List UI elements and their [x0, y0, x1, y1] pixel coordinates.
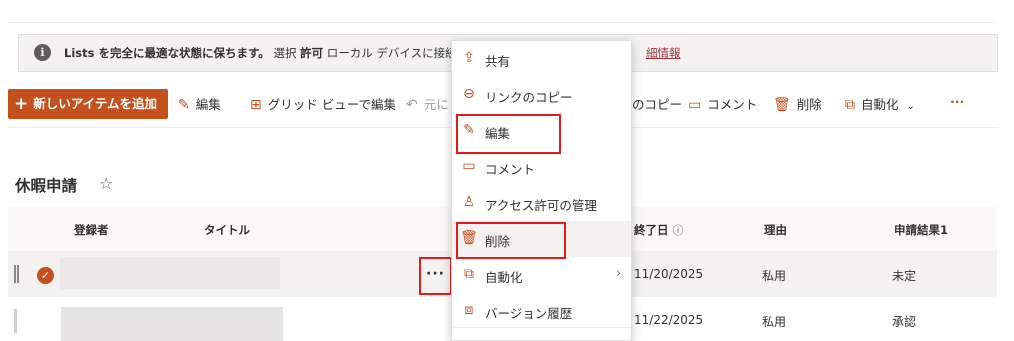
redacted-cell — [60, 257, 280, 289]
column-header-result[interactable]: 申請結果1 — [894, 222, 948, 238]
link-icon: ⊖ — [463, 86, 475, 102]
grid-edit-button[interactable]: ⊞ グリッド ビューで編集 — [250, 94, 396, 113]
result-cell: 承認 — [892, 315, 917, 329]
comment-button[interactable]: ▭ コメント — [688, 94, 757, 113]
delete-highlight-box — [456, 222, 566, 259]
person-icon: ♙ — [462, 194, 476, 210]
flow-icon: ⧉ — [845, 97, 855, 113]
info-icon: i — [34, 44, 51, 61]
undo-icon: ↶ — [406, 97, 418, 113]
delete-button[interactable]: 🗑 削除 — [773, 94, 822, 113]
automate-label: 自動化 — [861, 97, 899, 112]
more-commands-button[interactable]: ··· — [950, 94, 964, 109]
edit-label: 編集 — [195, 97, 221, 112]
result-cell: 未定 — [892, 269, 917, 283]
column-header-title[interactable]: タイトル — [204, 222, 250, 238]
comment-icon: ▭ — [462, 158, 476, 174]
undo-button[interactable]: ↶ 元に — [406, 94, 449, 113]
comment-label: コメント — [707, 97, 758, 112]
list-title: 休暇申請 — [15, 177, 78, 195]
menu-item-automate[interactable]: ⧉ 自動化 › — [452, 257, 631, 293]
menu-item-label: 自動化 — [485, 270, 523, 285]
menu-item-manage-access[interactable]: ♙ アクセス許可の管理 — [452, 185, 631, 221]
undo-label: 元に — [423, 97, 449, 112]
new-item-label: 新しいアイテムを追加 — [33, 96, 158, 111]
column-header-end-date[interactable]: 終了日 ⓘ — [634, 222, 684, 238]
menu-item-copy-link[interactable]: ⊖ リンクのコピー — [452, 77, 631, 113]
reason-cell: 私用 — [762, 315, 787, 329]
banner-allow-text: 許可 — [300, 46, 324, 60]
automate-button[interactable]: ⧉ 自動化 ⌄ — [845, 94, 915, 113]
menu-item-comment[interactable]: ▭ コメント — [452, 149, 631, 185]
menu-divider — [452, 327, 631, 328]
copy-link-button[interactable]: のコピー — [632, 94, 682, 113]
grid-icon: ⊞ — [250, 97, 262, 113]
end-date-label: 終了日 — [634, 223, 669, 237]
grid-edit-label: グリッド ビューで編集 — [267, 97, 396, 112]
menu-item-label: リンクのコピー — [485, 90, 573, 105]
menu-item-share[interactable]: ⇪ 共有 — [452, 41, 631, 77]
banner-details-link[interactable]: 細情報 — [646, 45, 681, 61]
column-header-reason[interactable]: 理由 — [764, 222, 787, 238]
menu-item-label: アクセス許可の管理 — [485, 198, 597, 213]
comment-icon: ▭ — [688, 97, 702, 113]
history-icon: ⧈ — [464, 302, 474, 318]
star-icon[interactable]: ☆ — [99, 174, 113, 193]
menu-item-label: 共有 — [485, 54, 511, 69]
delete-label: 削除 — [796, 97, 822, 112]
column-header-registrant[interactable]: 登録者 — [74, 222, 109, 238]
menu-item-label: バージョン履歴 — [485, 306, 573, 321]
edit-button[interactable]: ✎ 編集 — [178, 94, 221, 113]
chevron-down-icon: ⌄ — [906, 101, 915, 112]
reason-cell: 私用 — [762, 269, 787, 283]
checkmark-icon[interactable]: ✓ — [37, 267, 54, 284]
menu-item-label: コメント — [485, 162, 536, 177]
edit-highlight-box — [456, 114, 561, 154]
share-icon: ⇪ — [463, 50, 475, 66]
chevron-right-icon: › — [616, 266, 621, 280]
flow-icon: ⧉ — [464, 266, 474, 282]
pencil-icon: ✎ — [178, 97, 190, 113]
info-icon: ⓘ — [672, 224, 684, 237]
top-divider — [8, 22, 997, 23]
drag-handle-icon[interactable] — [14, 309, 17, 333]
end-date-cell: 11/20/2025 — [634, 267, 704, 281]
menu-item-version-history[interactable]: ⧈ バージョン履歴 — [452, 293, 631, 329]
banner-message: Lists を完全に最適な状態に保ちます。 選択 許可 ローカル デバイスに接続… — [64, 45, 479, 61]
new-item-button[interactable]: + 新しいアイテムを追加 — [8, 89, 168, 119]
row-more-button[interactable]: ··· — [419, 257, 452, 295]
trash-icon: 🗑 — [773, 97, 791, 113]
copy-link-label: のコピー — [632, 97, 683, 112]
end-date-cell: 11/22/2025 — [634, 313, 704, 327]
banner-select-text: 選択 — [273, 46, 297, 60]
plus-icon: + — [14, 94, 29, 114]
banner-bold-text: Lists を完全に最適な状態に保ちます。 — [64, 46, 270, 60]
drag-handle-icon[interactable] — [14, 265, 19, 283]
redacted-cell — [61, 307, 283, 341]
